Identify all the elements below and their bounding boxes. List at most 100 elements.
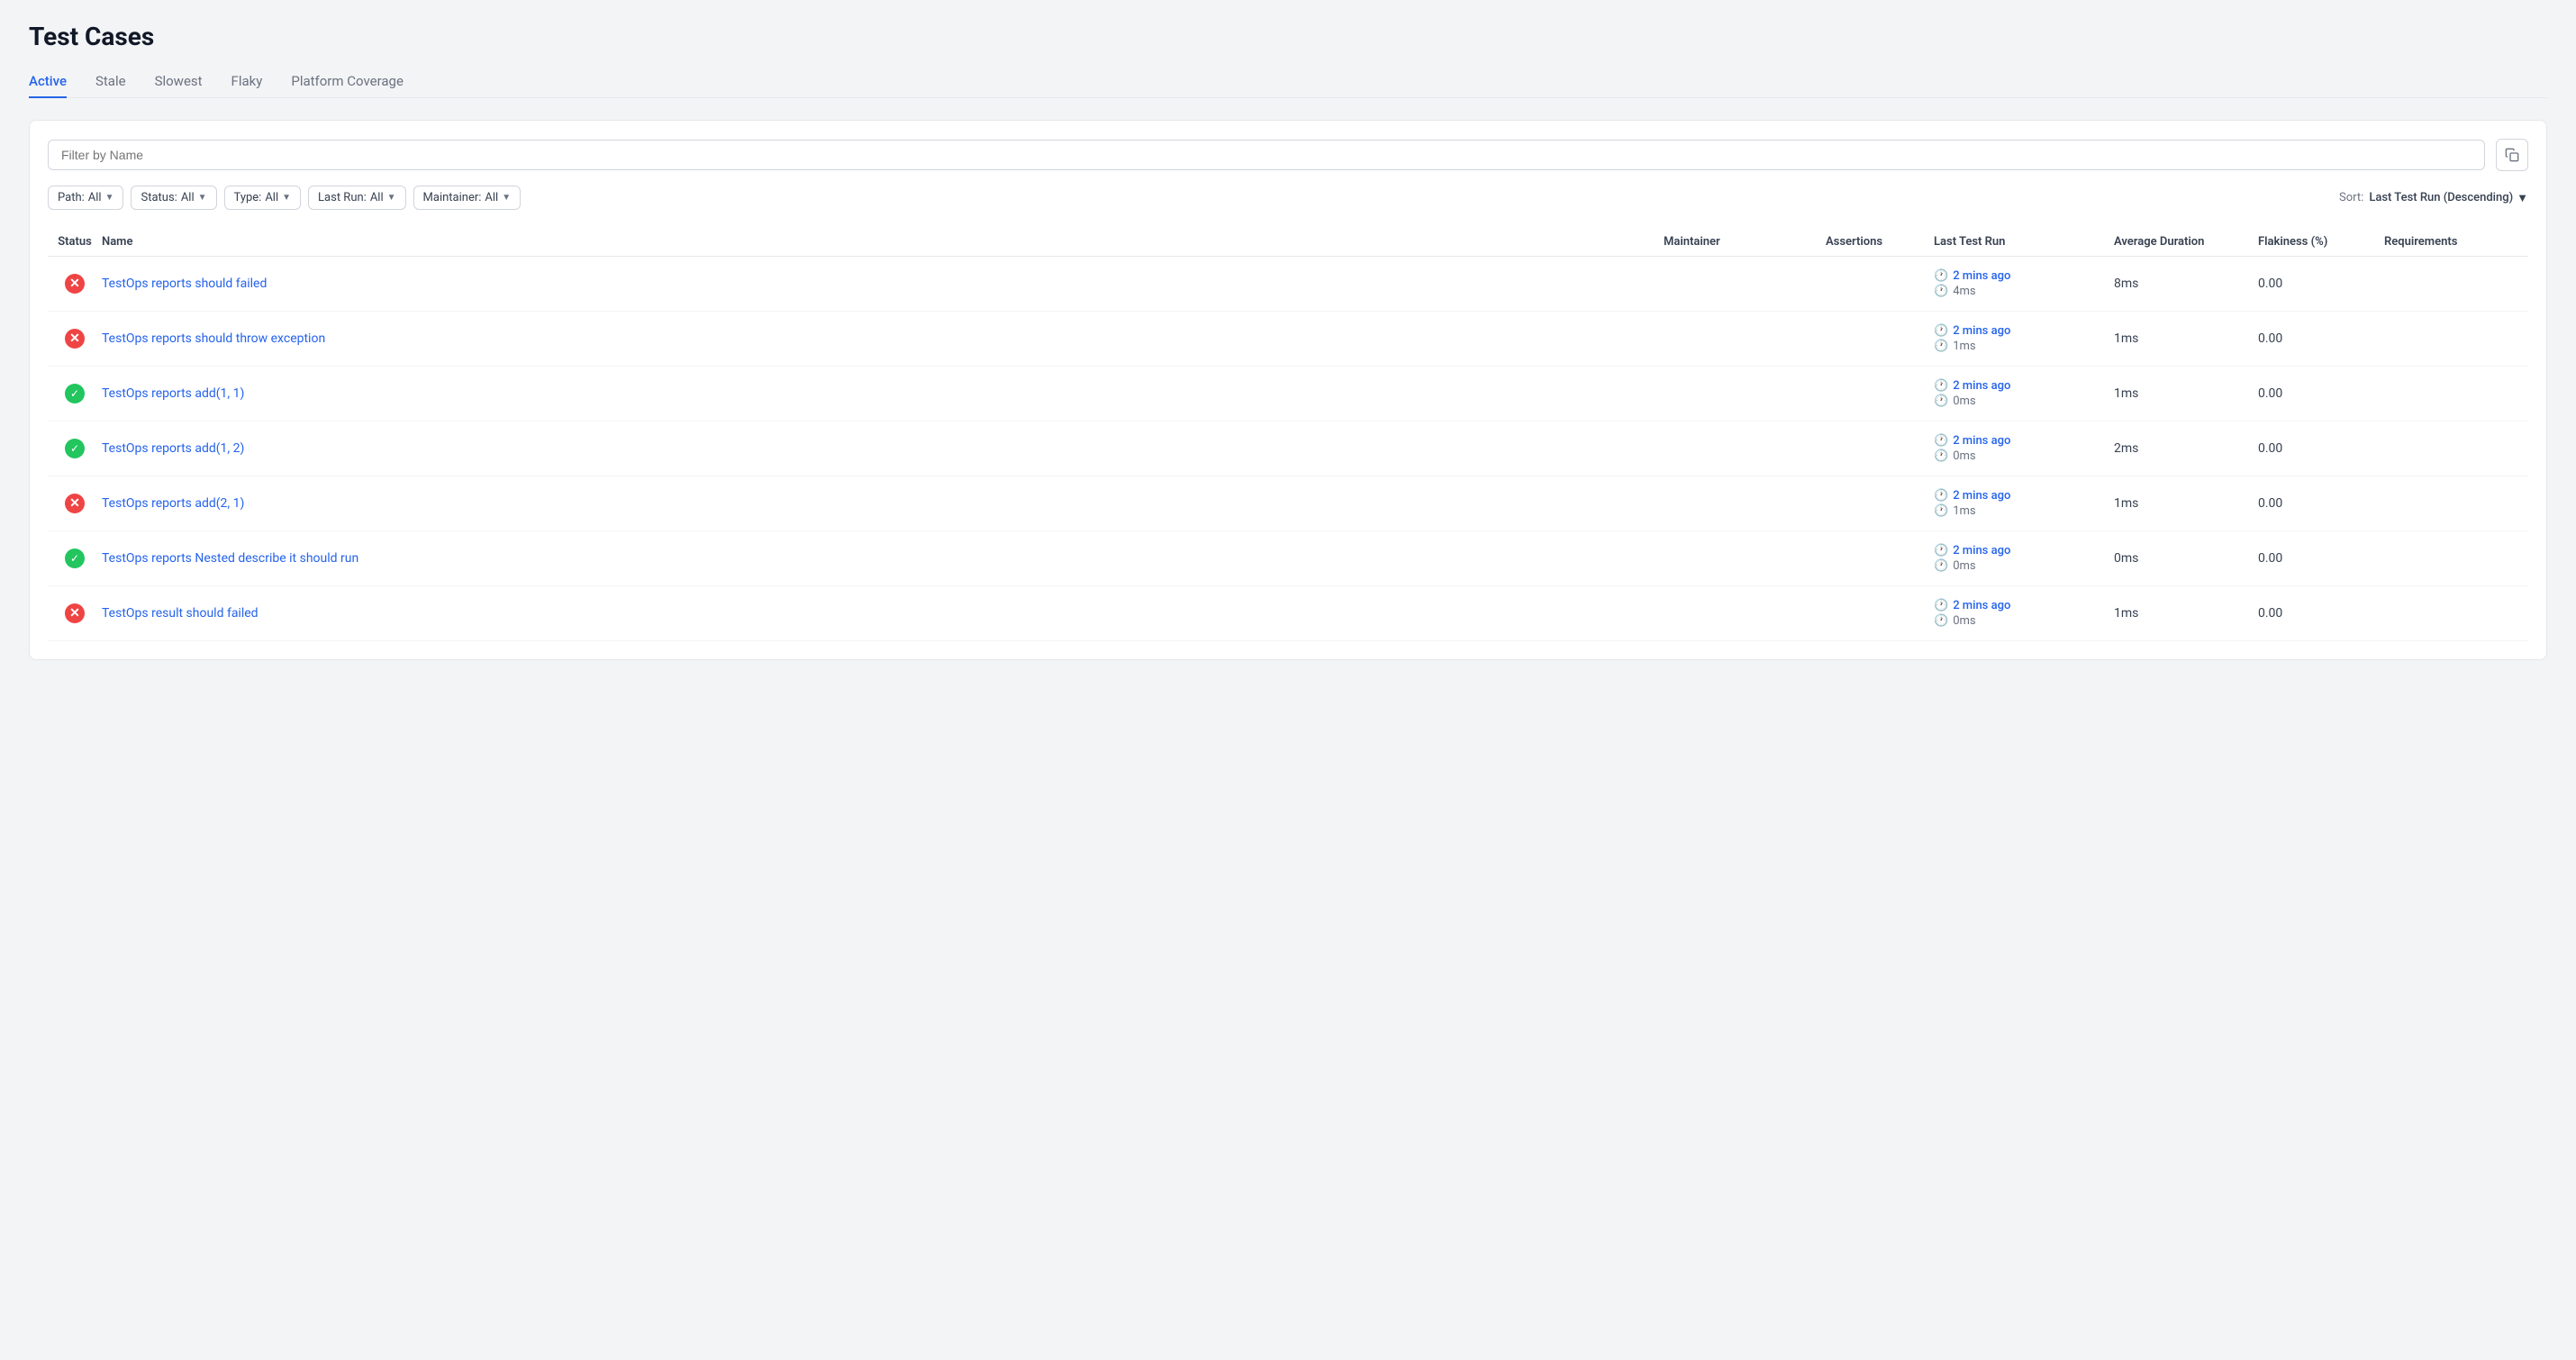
last-run-time: 🕐 2 mins ago bbox=[1934, 269, 2114, 283]
tab-bar: Active Stale Slowest Flaky Platform Cove… bbox=[29, 66, 2547, 98]
flakiness-cell: 0.00 bbox=[2258, 496, 2384, 511]
status-filter-value: All bbox=[181, 191, 195, 204]
last-run-time-value: 2 mins ago bbox=[1953, 269, 2010, 283]
path-filter[interactable]: Path: All ▼ bbox=[48, 186, 123, 210]
avg-duration-cell: 1ms bbox=[2114, 331, 2258, 346]
last-run-duration-value: 4ms bbox=[1953, 285, 1975, 298]
calendar-icon: 🕐 bbox=[1934, 599, 1948, 612]
tab-flaky[interactable]: Flaky bbox=[231, 66, 263, 98]
fail-icon: ✕ bbox=[65, 603, 85, 623]
last-run-filter-label: Last Run: bbox=[318, 191, 367, 204]
test-name-link[interactable]: TestOps reports add(2, 1) bbox=[102, 496, 244, 511]
last-run-time-value: 2 mins ago bbox=[1953, 379, 2010, 393]
avg-duration-cell: 0ms bbox=[2114, 551, 2258, 566]
table-body: ✕ TestOps reports should failed 🕐 2 mins… bbox=[48, 257, 2528, 641]
tab-stale[interactable]: Stale bbox=[95, 66, 126, 98]
last-run-duration: 🕐 0ms bbox=[1934, 394, 2114, 408]
path-filter-value: All bbox=[88, 191, 102, 204]
clock-icon: 🕐 bbox=[1934, 614, 1948, 628]
avg-duration-cell: 2ms bbox=[2114, 441, 2258, 456]
last-run-duration-value: 0ms bbox=[1953, 559, 1975, 573]
flakiness-cell: 0.00 bbox=[2258, 386, 2384, 401]
status-cell: ✕ bbox=[48, 603, 102, 623]
table-row: ✓ TestOps reports Nested describe it sho… bbox=[48, 531, 2528, 586]
col-header-maintainer: Maintainer bbox=[1664, 235, 1826, 249]
col-header-assertions: Assertions bbox=[1826, 235, 1934, 249]
search-input[interactable] bbox=[48, 140, 2485, 170]
clock-icon: 🕐 bbox=[1934, 394, 1948, 408]
test-name-link[interactable]: TestOps reports add(1, 1) bbox=[102, 386, 244, 401]
sort-chevron-icon: ▼ bbox=[2517, 191, 2528, 205]
fail-icon: ✕ bbox=[65, 274, 85, 294]
type-filter[interactable]: Type: All ▼ bbox=[224, 186, 302, 210]
last-run-cell: 🕐 2 mins ago 🕐 0ms bbox=[1934, 379, 2114, 408]
pass-icon: ✓ bbox=[65, 439, 85, 458]
tab-slowest[interactable]: Slowest bbox=[155, 66, 203, 98]
flakiness-cell: 0.00 bbox=[2258, 606, 2384, 621]
type-chevron-icon: ▼ bbox=[282, 193, 291, 203]
last-run-time: 🕐 2 mins ago bbox=[1934, 489, 2114, 503]
sort-select[interactable]: Last Test Run (Descending) ▼ bbox=[2369, 191, 2528, 205]
last-run-filter[interactable]: Last Run: All ▼ bbox=[308, 186, 405, 210]
status-chevron-icon: ▼ bbox=[198, 193, 207, 203]
sort-section: Sort: Last Test Run (Descending) ▼ bbox=[2339, 191, 2528, 205]
status-filter-label: Status: bbox=[141, 191, 177, 204]
pass-icon: ✓ bbox=[65, 549, 85, 568]
copy-button[interactable] bbox=[2496, 139, 2528, 171]
test-name-link[interactable]: TestOps reports should throw exception bbox=[102, 331, 325, 346]
test-name-cell: TestOps reports Nested describe it shoul… bbox=[102, 551, 1664, 566]
path-chevron-icon: ▼ bbox=[105, 193, 114, 203]
test-name-cell: TestOps reports should throw exception bbox=[102, 331, 1664, 346]
test-name-link[interactable]: TestOps result should failed bbox=[102, 606, 259, 621]
table-row: ✕ TestOps reports should throw exception… bbox=[48, 312, 2528, 367]
last-run-duration-value: 1ms bbox=[1953, 504, 1975, 518]
clock-icon: 🕐 bbox=[1934, 504, 1948, 518]
col-header-average-duration: Average Duration bbox=[2114, 235, 2258, 249]
test-name-link[interactable]: TestOps reports add(1, 2) bbox=[102, 441, 244, 456]
pass-icon: ✓ bbox=[65, 384, 85, 403]
filter-bar: Path: All ▼ Status: All ▼ Type: All ▼ La… bbox=[48, 186, 2528, 210]
last-run-time: 🕐 2 mins ago bbox=[1934, 324, 2114, 338]
tab-active[interactable]: Active bbox=[29, 66, 67, 98]
flakiness-cell: 0.00 bbox=[2258, 277, 2384, 291]
last-run-time-value: 2 mins ago bbox=[1953, 324, 2010, 338]
last-run-duration: 🕐 0ms bbox=[1934, 449, 2114, 463]
last-run-duration-value: 1ms bbox=[1953, 340, 1975, 353]
last-run-cell: 🕐 2 mins ago 🕐 0ms bbox=[1934, 544, 2114, 573]
flakiness-cell: 0.00 bbox=[2258, 551, 2384, 566]
status-cell: ✓ bbox=[48, 549, 102, 568]
status-cell: ✓ bbox=[48, 384, 102, 403]
test-name-link[interactable]: TestOps reports should failed bbox=[102, 277, 267, 291]
last-run-time-value: 2 mins ago bbox=[1953, 599, 2010, 612]
maintainer-filter-value: All bbox=[485, 191, 498, 204]
last-run-cell: 🕐 2 mins ago 🕐 0ms bbox=[1934, 599, 2114, 628]
sort-value: Last Test Run (Descending) bbox=[2369, 191, 2513, 204]
test-name-link[interactable]: TestOps reports Nested describe it shoul… bbox=[102, 551, 358, 566]
last-run-chevron-icon: ▼ bbox=[387, 193, 396, 203]
calendar-icon: 🕐 bbox=[1934, 434, 1948, 448]
calendar-icon: 🕐 bbox=[1934, 379, 1948, 393]
last-run-duration: 🕐 4ms bbox=[1934, 285, 2114, 298]
maintainer-filter[interactable]: Maintainer: All ▼ bbox=[413, 186, 522, 210]
calendar-icon: 🕐 bbox=[1934, 544, 1948, 558]
col-header-requirements: Requirements bbox=[2384, 235, 2528, 249]
sort-label: Sort: bbox=[2339, 191, 2363, 204]
last-run-duration: 🕐 1ms bbox=[1934, 340, 2114, 353]
status-cell: ✕ bbox=[48, 274, 102, 294]
test-name-cell: TestOps reports add(2, 1) bbox=[102, 496, 1664, 511]
last-run-time-value: 2 mins ago bbox=[1953, 434, 2010, 448]
last-run-cell: 🕐 2 mins ago 🕐 1ms bbox=[1934, 324, 2114, 353]
tab-platform-coverage[interactable]: Platform Coverage bbox=[291, 66, 404, 98]
last-run-time: 🕐 2 mins ago bbox=[1934, 434, 2114, 448]
fail-icon: ✕ bbox=[65, 329, 85, 349]
last-run-time: 🕐 2 mins ago bbox=[1934, 544, 2114, 558]
clock-icon: 🕐 bbox=[1934, 559, 1948, 573]
avg-duration-cell: 1ms bbox=[2114, 496, 2258, 511]
last-run-time-value: 2 mins ago bbox=[1953, 489, 2010, 503]
col-header-last-test-run: Last Test Run bbox=[1934, 235, 2114, 249]
last-run-time-value: 2 mins ago bbox=[1953, 544, 2010, 558]
path-filter-label: Path: bbox=[58, 191, 85, 204]
status-filter[interactable]: Status: All ▼ bbox=[131, 186, 216, 210]
last-run-duration-value: 0ms bbox=[1953, 614, 1975, 628]
table-row: ✓ TestOps reports add(1, 2) 🕐 2 mins ago… bbox=[48, 422, 2528, 476]
